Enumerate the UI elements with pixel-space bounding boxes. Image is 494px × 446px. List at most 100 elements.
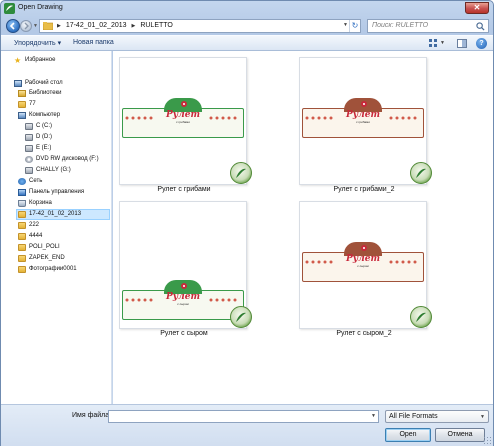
star-icon: ★ [14, 56, 22, 65]
sidebar-item-222[interactable]: 222 [18, 221, 108, 231]
breadcrumb: ▶ 17-42_01_02_2013 ▶ RULETTO [57, 22, 176, 29]
label-preview: Рулет с грибами [300, 98, 426, 150]
sidebar-item-drive-c[interactable]: C (C:) [25, 122, 108, 132]
navigation-pane: ★ Избранное Рабочий стол Библиотеки 77 К… [1, 51, 112, 404]
chevron-down-icon[interactable]: ▼ [371, 413, 376, 419]
file-name[interactable]: Рулет с сыром [109, 330, 259, 337]
folder-icon [18, 211, 26, 218]
sidebar-item-recycle-bin[interactable]: Корзина [18, 199, 108, 209]
chevron-right-icon[interactable]: ▶ [132, 23, 136, 29]
window-title: Open Drawing [18, 4, 63, 11]
dialog-footer: Имя файла: ▼ All File Formats ▼ Open Отм… [1, 404, 493, 446]
folder-icon [18, 244, 26, 251]
filename-input[interactable]: ▼ [108, 410, 379, 423]
label-subtitle: с грибами [356, 120, 370, 124]
refresh-icon[interactable]: ↻ [349, 20, 360, 32]
address-bar[interactable]: ▶ 17-42_01_02_2013 ▶ RULETTO ▼ ↻ [39, 19, 361, 33]
file-thumbnail[interactable]: Рулет с сыром [299, 201, 432, 329]
folder-icon [18, 101, 26, 108]
file-thumbnail[interactable]: Рулет с сыром [119, 201, 252, 329]
sidebar-item-zapek-end[interactable]: ZAPEK_END [18, 254, 108, 264]
flower-logo-icon [361, 245, 367, 251]
file-name[interactable]: Рулет с сыром_2 [289, 330, 439, 337]
libraries-icon [18, 90, 26, 97]
sidebar-item-computer[interactable]: Компьютер [18, 111, 108, 121]
sidebar-item-network[interactable]: Сеть [18, 177, 108, 187]
folder-icon [18, 255, 26, 262]
breadcrumb-item[interactable]: 17-42_01_02_2013 [66, 22, 127, 29]
cancel-button[interactable]: Отмена [435, 428, 485, 442]
file-type-value: All File Formats [389, 413, 438, 420]
corel-draw-icon [410, 162, 432, 184]
preview-pane-icon[interactable] [457, 39, 467, 48]
label-brand: Рулет [346, 254, 380, 264]
file-name[interactable]: Рулет с грибами [109, 186, 259, 193]
dvd-icon [25, 156, 33, 163]
forward-button[interactable] [20, 20, 32, 32]
folder-icon [18, 266, 26, 273]
desktop-icon [14, 80, 22, 87]
file-name[interactable]: Рулет с грибами_2 [289, 186, 439, 193]
network-icon [18, 178, 26, 185]
arrow-right-icon [24, 22, 29, 30]
label-preview: Рулет с сыром [300, 242, 426, 294]
chevron-right-icon[interactable]: ▶ [57, 23, 61, 29]
file-type-select[interactable]: All File Formats ▼ [385, 410, 489, 423]
title-bar: Open Drawing ✕ [1, 1, 493, 17]
sidebar-item-77[interactable]: 77 [18, 100, 108, 110]
corel-app-icon [4, 3, 15, 14]
label-subtitle: с сыром [177, 302, 189, 306]
control-panel-icon [18, 189, 26, 196]
label-brand: Рулет [346, 110, 380, 120]
views-dropdown-icon[interactable]: ▼ [440, 40, 445, 46]
arrow-left-icon [9, 22, 15, 30]
sidebar-item-drive-e[interactable]: E (E:) [25, 144, 108, 154]
sidebar-item-favorites[interactable]: ★ Избранное [14, 56, 108, 66]
label-brand: Рулет [166, 292, 200, 302]
sidebar-item-control-panel[interactable]: Панель управления [18, 188, 108, 198]
back-button[interactable] [6, 19, 20, 33]
file-thumbnail[interactable]: Рулет с грибами [119, 57, 252, 185]
corel-draw-icon [230, 306, 252, 328]
folder-icon [43, 22, 53, 30]
new-folder-button[interactable]: Новая папка [73, 39, 114, 46]
file-list: Рулет с грибами Рулет с грибами Рулет с … [113, 51, 493, 404]
search-input[interactable]: Поиск: RULETTO [367, 19, 489, 33]
address-dropdown-icon[interactable]: ▼ [343, 22, 348, 28]
sidebar-item-chally[interactable]: CHALLY (G:) [25, 166, 108, 176]
corel-draw-icon [410, 306, 432, 328]
folder-icon [18, 233, 26, 240]
drive-icon [25, 167, 33, 174]
sidebar-item-photos[interactable]: Фотографии0001 [18, 265, 108, 275]
navigation-bar: ▼ ▶ 17-42_01_02_2013 ▶ RULETTO ▼ ↻ Поиск… [1, 17, 493, 35]
label-subtitle: с сыром [357, 264, 369, 268]
organize-button[interactable]: Упорядочить ▾ [14, 39, 61, 47]
views-icon[interactable] [429, 39, 437, 47]
label-preview: Рулет с грибами [120, 98, 246, 150]
drive-icon [25, 134, 33, 141]
search-placeholder: Поиск: RULETTO [372, 22, 429, 29]
close-button[interactable]: ✕ [465, 2, 489, 14]
open-button[interactable]: Open [385, 428, 431, 442]
recycle-bin-icon [18, 200, 26, 207]
chevron-down-icon[interactable]: ▼ [480, 414, 485, 420]
sidebar-item-4444[interactable]: 4444 [18, 232, 108, 242]
breadcrumb-item[interactable]: RULETTO [140, 22, 173, 29]
sidebar-item-libraries[interactable]: Библиотеки [18, 89, 108, 99]
filename-label: Имя файла: [72, 412, 112, 419]
sidebar-item-dvd[interactable]: DVD RW дисковод (F:) [25, 155, 108, 165]
file-thumbnail[interactable]: Рулет с грибами [299, 57, 432, 185]
search-icon[interactable] [476, 22, 485, 31]
folder-icon [18, 222, 26, 229]
sidebar-item-desktop[interactable]: Рабочий стол [14, 79, 108, 89]
sidebar-item-drive-d[interactable]: D (D:) [25, 133, 108, 143]
label-subtitle: с грибами [176, 120, 190, 124]
flower-logo-icon [181, 283, 187, 289]
label-brand: Рулет [166, 110, 200, 120]
help-icon[interactable]: ? [476, 38, 487, 49]
resize-grip[interactable] [483, 436, 491, 444]
history-dropdown-icon[interactable]: ▼ [33, 23, 38, 29]
drive-icon [25, 145, 33, 152]
sidebar-item-17-42-01-02-2013[interactable]: 17-42_01_02_2013 [16, 209, 110, 220]
sidebar-item-poli-poli[interactable]: POLI_POLI [18, 243, 108, 253]
